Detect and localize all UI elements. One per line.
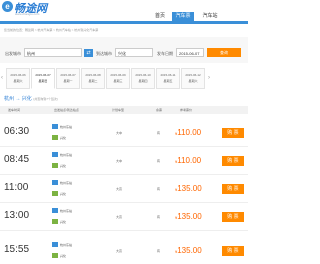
to-station: 兴化 [60, 192, 67, 196]
car-type: 大中 [116, 131, 123, 135]
ticket-price: ¥135.00 [175, 184, 202, 193]
buy-ticket-button[interactable]: 购 票 [222, 156, 244, 166]
date-tab[interactable]: 2015-06-12 星期六 [181, 68, 205, 89]
depart-station-icon [52, 208, 58, 213]
date-tab[interactable]: 2015-06-09 星期三 [106, 68, 130, 89]
to-city-label: 到达城市 [96, 51, 112, 56]
buy-ticket-button[interactable]: 购 票 [222, 246, 244, 256]
seat-availability: 有 [157, 187, 161, 191]
table-header: 发车时间 出发站点/到达站点 计划车型 余票 参考票价 [0, 106, 248, 114]
departure-time: 08:45 [4, 154, 30, 165]
depart-station-icon [52, 152, 58, 157]
row-divider [0, 230, 248, 231]
route-from: 杭州 [4, 96, 15, 102]
col-stations: 出发站点/到达站点 [54, 108, 79, 112]
from-station: 杭州东站 [60, 153, 73, 157]
search-button[interactable]: 查询 [207, 48, 241, 57]
header-bar [0, 21, 248, 24]
nav-home[interactable]: 首页 [150, 12, 170, 21]
ticket-price: ¥110.00 [175, 156, 202, 165]
route-arrow-icon: → [15, 96, 21, 102]
date-tab[interactable]: 2015-06-11 星期五 [156, 68, 180, 89]
seat-availability: 有 [157, 159, 161, 163]
arrive-station-icon [52, 163, 58, 168]
col-seats: 余票 [156, 108, 163, 112]
to-station: 兴化 [60, 220, 67, 224]
from-station: 杭州东站 [60, 209, 73, 213]
from-station: 杭州东站 [60, 125, 73, 129]
car-type: 大高 [116, 249, 123, 253]
arrive-station-icon [52, 191, 58, 196]
to-city-input[interactable]: 兴化 [115, 48, 153, 57]
buy-ticket-button[interactable]: 购 票 [222, 184, 244, 194]
from-city-label: 出发城市 [5, 51, 21, 56]
car-type: 大高 [116, 215, 123, 219]
seat-availability: 有 [157, 249, 161, 253]
row-divider [0, 202, 248, 203]
date-input[interactable]: 2015-06-07 [176, 48, 204, 57]
date-label: 发车日期 [157, 51, 173, 56]
depart-station-icon [52, 242, 58, 247]
breadcrumb: 您当前的位置：畅途网 > 杭州汽车票 > 杭州汽车站 > 杭州到兴化汽车票 [4, 28, 99, 32]
col-time: 发车时间 [8, 108, 21, 112]
nav-bus-tickets[interactable]: 汽车票 [172, 12, 194, 21]
col-car-type: 计划车型 [112, 108, 125, 112]
site-url: www.changtu.com [15, 12, 40, 16]
to-station: 兴化 [60, 164, 67, 168]
logo-icon[interactable]: e [2, 1, 13, 12]
route-count: (共查询到7个班次) [33, 97, 58, 101]
date-tab[interactable]: 2015-06-06 星期六 [6, 68, 30, 89]
row-divider [0, 146, 248, 147]
arrive-station-icon [52, 219, 58, 224]
swap-cities-icon[interactable]: ⇄ [84, 49, 93, 57]
date-tab[interactable]: 2015-06-07 星期一 [56, 68, 80, 89]
arrive-station-icon [52, 135, 58, 140]
date-tab[interactable]: 2015-06-10 星期四 [131, 68, 155, 89]
route-summary: 杭州 → 兴化 (共查询到7个班次) [4, 95, 58, 102]
seat-availability: 有 [157, 215, 161, 219]
car-type: 大高 [116, 187, 123, 191]
departure-time: 13:00 [4, 210, 30, 221]
buy-ticket-button[interactable]: 购 票 [222, 128, 244, 138]
row-divider [0, 174, 248, 175]
seat-availability: 有 [157, 131, 161, 135]
to-station: 兴化 [60, 136, 67, 140]
ticket-price: ¥135.00 [175, 212, 202, 221]
to-station: 兴化 [60, 254, 67, 258]
from-station: 杭州东站 [60, 181, 73, 185]
date-tab[interactable]: 2015-06-08 星期二 [81, 68, 105, 89]
date-tab-selected[interactable]: 2015-06-07 星期日 [31, 68, 55, 89]
prev-dates-icon[interactable]: ‹ [1, 75, 3, 81]
arrive-station-icon [52, 253, 58, 258]
col-price: 参考票价 [180, 108, 193, 112]
from-station: 杭州东站 [60, 243, 73, 247]
departure-time: 11:00 [4, 182, 29, 193]
departure-time: 06:30 [4, 126, 30, 137]
ticket-price: ¥110.00 [175, 128, 202, 137]
depart-station-icon [52, 124, 58, 129]
depart-station-icon [52, 180, 58, 185]
nav-bus-station[interactable]: 汽车站 [198, 12, 222, 21]
buy-ticket-button[interactable]: 购 票 [222, 212, 244, 222]
from-city-input[interactable]: 杭州 [24, 48, 82, 57]
route-to: 兴化 [21, 96, 32, 102]
car-type: 大中 [116, 159, 123, 163]
ticket-price: ¥135.00 [175, 246, 202, 255]
next-dates-icon[interactable]: › [208, 75, 210, 81]
departure-time: 15:55 [4, 244, 30, 255]
